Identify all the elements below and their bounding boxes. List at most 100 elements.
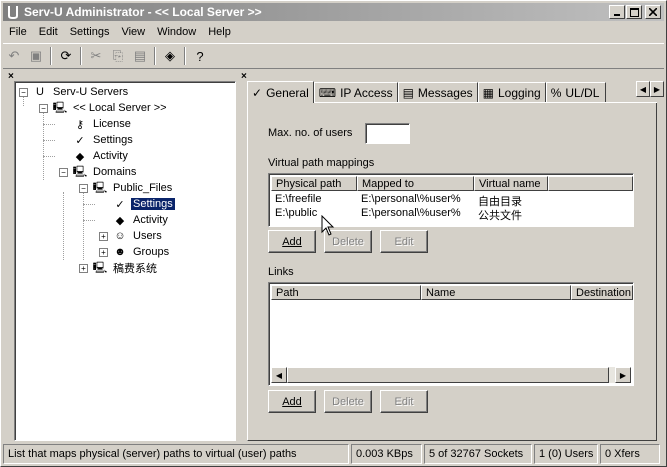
table-row[interactable]: E:\freefile E:\personal\%user% 自由目录	[271, 193, 548, 207]
tree-node-public-files[interactable]: − 🖳 Public_Files	[79, 180, 174, 196]
tree-node-users[interactable]: + ☺ Users	[99, 228, 164, 244]
scroll-left-icon[interactable]: ◀	[271, 367, 287, 383]
tree-pane-close-icon[interactable]: ×	[8, 71, 14, 82]
expand-icon[interactable]: +	[79, 263, 88, 273]
tree-node-domain-activity[interactable]: ◆ Activity	[112, 212, 170, 228]
links-add-button[interactable]: Add	[268, 390, 316, 413]
links-label: Links	[268, 266, 294, 278]
vpath-add-button[interactable]: Add	[268, 230, 316, 253]
menu-bar: File Edit Settings View Window Help	[3, 23, 237, 41]
status-sockets: 5 of 32767 Sockets	[424, 444, 532, 464]
users-icon: ☺	[114, 230, 126, 242]
vpath-edit-button[interactable]: Edit	[380, 230, 428, 253]
scroll-thumb[interactable]	[287, 367, 609, 383]
ratio-icon: %	[550, 85, 562, 100]
collapse-icon[interactable]: −	[19, 87, 28, 97]
tree-node-local-server[interactable]: − 🖳 << Local Server >>	[39, 100, 169, 116]
ip-icon: ⌨	[318, 85, 337, 100]
toolbar-separator	[50, 47, 52, 65]
servu-app-icon	[6, 5, 20, 19]
col-mapped-to[interactable]: Mapped to	[357, 176, 474, 191]
server-icon: 🖳	[52, 101, 68, 114]
scroll-right-icon[interactable]: ▶	[615, 367, 631, 383]
tab-logging[interactable]: ▦ Logging	[477, 82, 546, 102]
groups-icon: ☻	[114, 246, 126, 258]
tab-scroll-left-icon[interactable]: ◀	[636, 81, 650, 97]
links-horizontal-scrollbar[interactable]: ◀ ▶	[271, 367, 631, 383]
tab-scroll-right-icon[interactable]: ▶	[650, 81, 664, 97]
links-edit-button[interactable]: Edit	[380, 390, 428, 413]
tab-general[interactable]: ✓ General	[247, 81, 314, 103]
settings-pane: × ✓ General ⌨ IP Access ▤ Messages ▦ Log…	[239, 71, 664, 441]
virtual-path-header: Physical path Mapped to Virtual name	[271, 176, 633, 191]
maximize-button[interactable]	[626, 5, 642, 19]
tree-node-settings[interactable]: ✓ Settings	[72, 132, 135, 148]
settings-check-icon: ✓	[115, 198, 125, 211]
paste-icon[interactable]: ▤	[129, 45, 151, 67]
expand-icon[interactable]: +	[99, 247, 108, 257]
check-icon: ✓	[252, 85, 263, 100]
status-users: 1 (0) Users	[534, 444, 598, 464]
expand-icon[interactable]: +	[99, 231, 108, 241]
domain-computer-icon: 🖳	[92, 181, 108, 194]
messages-icon: ▤	[402, 85, 414, 100]
tree-node-groups[interactable]: + ☻ Groups	[99, 244, 171, 260]
col-name[interactable]: Name	[421, 285, 571, 300]
status-message: List that maps physical (server) paths t…	[3, 444, 349, 464]
col-physical-path[interactable]: Physical path	[271, 176, 357, 191]
menu-edit[interactable]: Edit	[33, 26, 64, 38]
server-tree[interactable]: − U Serv-U Servers − 🖳 << Local Server >…	[14, 81, 236, 441]
links-header: Path Name Destination	[271, 285, 633, 300]
tree-node-servers[interactable]: − U Serv-U Servers	[19, 84, 130, 100]
copy-icon[interactable]: ⎘	[107, 45, 129, 67]
menu-window[interactable]: Window	[151, 26, 202, 38]
tab-scroll: ◀ ▶	[636, 81, 664, 97]
tree-node-domain-settings[interactable]: ✓ Settings	[112, 196, 176, 212]
collapse-icon[interactable]: −	[39, 103, 48, 113]
status-speed: 0.003 KBps	[351, 444, 422, 464]
tree-node-cn-domain[interactable]: + 🖳 稿费系统	[79, 260, 159, 276]
toolbar-separator	[184, 47, 186, 65]
window-title: Serv-U Administrator - << Local Server >…	[24, 5, 262, 19]
links-delete-button[interactable]: Delete	[324, 390, 372, 413]
col-virtual-name[interactable]: Virtual name	[474, 176, 548, 191]
max-users-label: Max. no. of users	[268, 127, 353, 139]
table-row[interactable]: E:\public E:\personal\%user% 公共文件	[271, 207, 548, 221]
menu-settings[interactable]: Settings	[64, 26, 116, 38]
col-path[interactable]: Path	[271, 285, 421, 300]
pane-splitter[interactable]	[234, 71, 238, 441]
domain-computer-icon: 🖳	[92, 261, 108, 274]
tab-ul-dl[interactable]: % UL/DL	[545, 82, 606, 102]
links-list[interactable]: Path Name Destination ◀ ▶	[268, 282, 634, 386]
menu-file[interactable]: File	[3, 26, 33, 38]
settings-check-icon: ✓	[75, 134, 85, 147]
key-icon: ⚷	[75, 118, 85, 131]
domains-icon: 🖳	[72, 165, 88, 178]
title-bar[interactable]: Serv-U Administrator - << Local Server >…	[3, 3, 664, 21]
minimize-button[interactable]	[609, 5, 625, 19]
tree-node-license[interactable]: ⚷ License	[72, 116, 133, 132]
tab-messages[interactable]: ▤ Messages	[397, 82, 478, 102]
virtual-path-label: Virtual path mappings	[268, 157, 375, 169]
menu-help[interactable]: Help	[202, 26, 237, 38]
cut-icon[interactable]: ✂	[85, 45, 107, 67]
status-xfers: 0 Xfers	[600, 444, 660, 464]
tree-pane: × − U Serv-U Servers − 🖳 << Local Server…	[6, 71, 236, 441]
menu-view[interactable]: View	[115, 26, 151, 38]
tab-ip-access[interactable]: ⌨ IP Access	[313, 82, 398, 102]
refresh-icon[interactable]: ⟳	[55, 45, 77, 67]
mouse-cursor-icon	[321, 215, 335, 236]
max-users-input[interactable]	[365, 123, 410, 144]
col-destination[interactable]: Destination	[571, 285, 633, 300]
save-icon[interactable]: ▣	[25, 45, 47, 67]
help-book-icon[interactable]: ◈	[159, 45, 181, 67]
settings-pane-close-icon[interactable]: ×	[241, 71, 247, 82]
col-filler	[548, 176, 633, 191]
collapse-icon[interactable]: −	[59, 167, 68, 177]
logging-icon: ▦	[482, 85, 494, 100]
undo-icon[interactable]: ↶	[3, 45, 25, 67]
close-button[interactable]	[645, 5, 661, 19]
collapse-icon[interactable]: −	[79, 183, 88, 193]
app-window: Serv-U Administrator - << Local Server >…	[0, 0, 667, 467]
help-icon[interactable]: ?	[189, 45, 211, 67]
